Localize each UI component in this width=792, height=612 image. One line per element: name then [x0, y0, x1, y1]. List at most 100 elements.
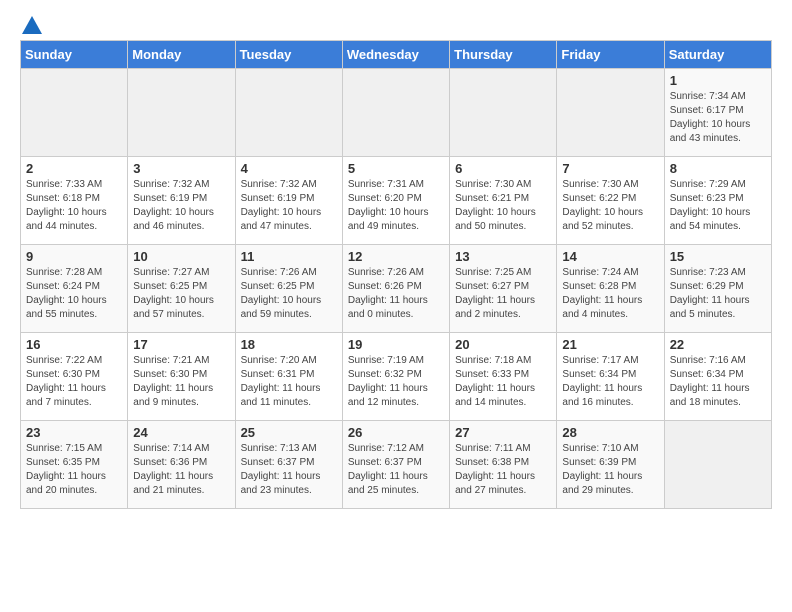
day-info: Sunrise: 7:24 AM Sunset: 6:28 PM Dayligh… [562, 266, 658, 322]
calendar-cell [450, 69, 557, 157]
day-header-friday: Friday [557, 41, 664, 69]
calendar-table: SundayMondayTuesdayWednesdayThursdayFrid… [20, 40, 772, 509]
calendar-cell: 24 Sunrise: 7:14 AM Sunset: 6:36 PM Dayli… [128, 421, 235, 509]
day-number: 22 [670, 337, 766, 352]
day-header-monday: Monday [128, 41, 235, 69]
day-info: Sunrise: 7:31 AM Sunset: 6:20 PM Dayligh… [348, 178, 444, 234]
day-info: Sunrise: 7:21 AM Sunset: 6:30 PM Dayligh… [133, 354, 229, 410]
day-number: 13 [455, 249, 551, 264]
calendar-cell: 7 Sunrise: 7:30 AM Sunset: 6:22 PM Daylig… [557, 157, 664, 245]
calendar-cell: 9 Sunrise: 7:28 AM Sunset: 6:24 PM Daylig… [21, 245, 128, 333]
calendar-cell: 6 Sunrise: 7:30 AM Sunset: 6:21 PM Daylig… [450, 157, 557, 245]
day-info: Sunrise: 7:32 AM Sunset: 6:19 PM Dayligh… [133, 178, 229, 234]
day-number: 4 [241, 161, 337, 176]
day-number: 21 [562, 337, 658, 352]
calendar-cell [342, 69, 449, 157]
day-number: 7 [562, 161, 658, 176]
calendar-cell [128, 69, 235, 157]
day-number: 20 [455, 337, 551, 352]
week-row-4: 16 Sunrise: 7:22 AM Sunset: 6:30 PM Dayli… [21, 333, 772, 421]
calendar-cell: 11Sunrise: 7:26 AM Sunset: 6:25 PM Dayli… [235, 245, 342, 333]
day-number: 1 [670, 73, 766, 88]
day-info: Sunrise: 7:27 AM Sunset: 6:25 PM Dayligh… [133, 266, 229, 322]
day-info: Sunrise: 7:17 AM Sunset: 6:34 PM Dayligh… [562, 354, 658, 410]
day-number: 9 [26, 249, 122, 264]
calendar-cell: 23 Sunrise: 7:15 AM Sunset: 6:35 PM Dayli… [21, 421, 128, 509]
week-row-3: 9 Sunrise: 7:28 AM Sunset: 6:24 PM Daylig… [21, 245, 772, 333]
day-number: 10 [133, 249, 229, 264]
page-header [20, 20, 772, 30]
calendar-cell: 1 Sunrise: 7:34 AM Sunset: 6:17 PM Daylig… [664, 69, 771, 157]
calendar-cell: 28 Sunrise: 7:10 AM Sunset: 6:39 PM Dayli… [557, 421, 664, 509]
calendar-cell: 16 Sunrise: 7:22 AM Sunset: 6:30 PM Dayli… [21, 333, 128, 421]
day-number: 14 [562, 249, 658, 264]
calendar-cell [557, 69, 664, 157]
calendar-cell: 21 Sunrise: 7:17 AM Sunset: 6:34 PM Dayli… [557, 333, 664, 421]
calendar-cell: 8 Sunrise: 7:29 AM Sunset: 6:23 PM Daylig… [664, 157, 771, 245]
day-header-sunday: Sunday [21, 41, 128, 69]
day-info: Sunrise: 7:12 AM Sunset: 6:37 PM Dayligh… [348, 442, 444, 498]
calendar-cell: 14 Sunrise: 7:24 AM Sunset: 6:28 PM Dayli… [557, 245, 664, 333]
day-info: Sunrise: 7:28 AM Sunset: 6:24 PM Dayligh… [26, 266, 122, 322]
day-info: Sunrise: 7:18 AM Sunset: 6:33 PM Dayligh… [455, 354, 551, 410]
logo [20, 20, 42, 30]
calendar-cell: 5 Sunrise: 7:31 AM Sunset: 6:20 PM Daylig… [342, 157, 449, 245]
calendar-cell: 12 Sunrise: 7:26 AM Sunset: 6:26 PM Dayli… [342, 245, 449, 333]
calendar-cell: 17 Sunrise: 7:21 AM Sunset: 6:30 PM Dayli… [128, 333, 235, 421]
calendar-cell: 27Sunrise: 7:11 AM Sunset: 6:38 PM Dayli… [450, 421, 557, 509]
day-number: 8 [670, 161, 766, 176]
day-number: 6 [455, 161, 551, 176]
calendar-cell: 3Sunrise: 7:32 AM Sunset: 6:19 PM Daylig… [128, 157, 235, 245]
day-number: 25 [241, 425, 337, 440]
calendar-cell [21, 69, 128, 157]
day-info: Sunrise: 7:20 AM Sunset: 6:31 PM Dayligh… [241, 354, 337, 410]
day-info: Sunrise: 7:23 AM Sunset: 6:29 PM Dayligh… [670, 266, 766, 322]
day-number: 11 [241, 249, 337, 264]
calendar-cell: 22 Sunrise: 7:16 AM Sunset: 6:34 PM Dayli… [664, 333, 771, 421]
day-number: 19 [348, 337, 444, 352]
day-number: 5 [348, 161, 444, 176]
calendar-cell: 19 Sunrise: 7:19 AM Sunset: 6:32 PM Dayli… [342, 333, 449, 421]
day-info: Sunrise: 7:26 AM Sunset: 6:26 PM Dayligh… [348, 266, 444, 322]
week-row-1: 1 Sunrise: 7:34 AM Sunset: 6:17 PM Daylig… [21, 69, 772, 157]
day-number: 12 [348, 249, 444, 264]
day-number: 16 [26, 337, 122, 352]
day-header-tuesday: Tuesday [235, 41, 342, 69]
calendar-cell: 10 Sunrise: 7:27 AM Sunset: 6:25 PM Dayli… [128, 245, 235, 333]
day-number: 18 [241, 337, 337, 352]
day-number: 2 [26, 161, 122, 176]
day-info: Sunrise: 7:32 AM Sunset: 6:19 PM Dayligh… [241, 178, 337, 234]
calendar-cell [664, 421, 771, 509]
day-info: Sunrise: 7:25 AM Sunset: 6:27 PM Dayligh… [455, 266, 551, 322]
day-info: Sunrise: 7:33 AM Sunset: 6:18 PM Dayligh… [26, 178, 122, 234]
calendar-cell: 25Sunrise: 7:13 AM Sunset: 6:37 PM Dayli… [235, 421, 342, 509]
calendar-cell: 2 Sunrise: 7:33 AM Sunset: 6:18 PM Daylig… [21, 157, 128, 245]
calendar-cell: 20 Sunrise: 7:18 AM Sunset: 6:33 PM Dayli… [450, 333, 557, 421]
day-number: 15 [670, 249, 766, 264]
calendar-cell: 26 Sunrise: 7:12 AM Sunset: 6:37 PM Dayli… [342, 421, 449, 509]
calendar-cell: 18 Sunrise: 7:20 AM Sunset: 6:31 PM Dayli… [235, 333, 342, 421]
calendar-cell: 13 Sunrise: 7:25 AM Sunset: 6:27 PM Dayli… [450, 245, 557, 333]
day-info: Sunrise: 7:30 AM Sunset: 6:21 PM Dayligh… [455, 178, 551, 234]
day-info: Sunrise: 7:16 AM Sunset: 6:34 PM Dayligh… [670, 354, 766, 410]
day-info: Sunrise: 7:30 AM Sunset: 6:22 PM Dayligh… [562, 178, 658, 234]
day-info: Sunrise: 7:14 AM Sunset: 6:36 PM Dayligh… [133, 442, 229, 498]
day-number: 26 [348, 425, 444, 440]
week-row-2: 2 Sunrise: 7:33 AM Sunset: 6:18 PM Daylig… [21, 157, 772, 245]
calendar-cell: 4 Sunrise: 7:32 AM Sunset: 6:19 PM Daylig… [235, 157, 342, 245]
calendar-cell: 15 Sunrise: 7:23 AM Sunset: 6:29 PM Dayli… [664, 245, 771, 333]
day-number: 24 [133, 425, 229, 440]
day-number: 17 [133, 337, 229, 352]
day-info: Sunrise: 7:29 AM Sunset: 6:23 PM Dayligh… [670, 178, 766, 234]
day-info: Sunrise: 7:10 AM Sunset: 6:39 PM Dayligh… [562, 442, 658, 498]
day-header-saturday: Saturday [664, 41, 771, 69]
day-info: Sunrise: 7:15 AM Sunset: 6:35 PM Dayligh… [26, 442, 122, 498]
day-header-thursday: Thursday [450, 41, 557, 69]
week-row-5: 23 Sunrise: 7:15 AM Sunset: 6:35 PM Dayli… [21, 421, 772, 509]
day-info: Sunrise: 7:19 AM Sunset: 6:32 PM Dayligh… [348, 354, 444, 410]
calendar-cell [235, 69, 342, 157]
day-info: Sunrise: 7:22 AM Sunset: 6:30 PM Dayligh… [26, 354, 122, 410]
day-number: 23 [26, 425, 122, 440]
day-number: 28 [562, 425, 658, 440]
day-info: Sunrise: 7:34 AM Sunset: 6:17 PM Dayligh… [670, 90, 766, 146]
